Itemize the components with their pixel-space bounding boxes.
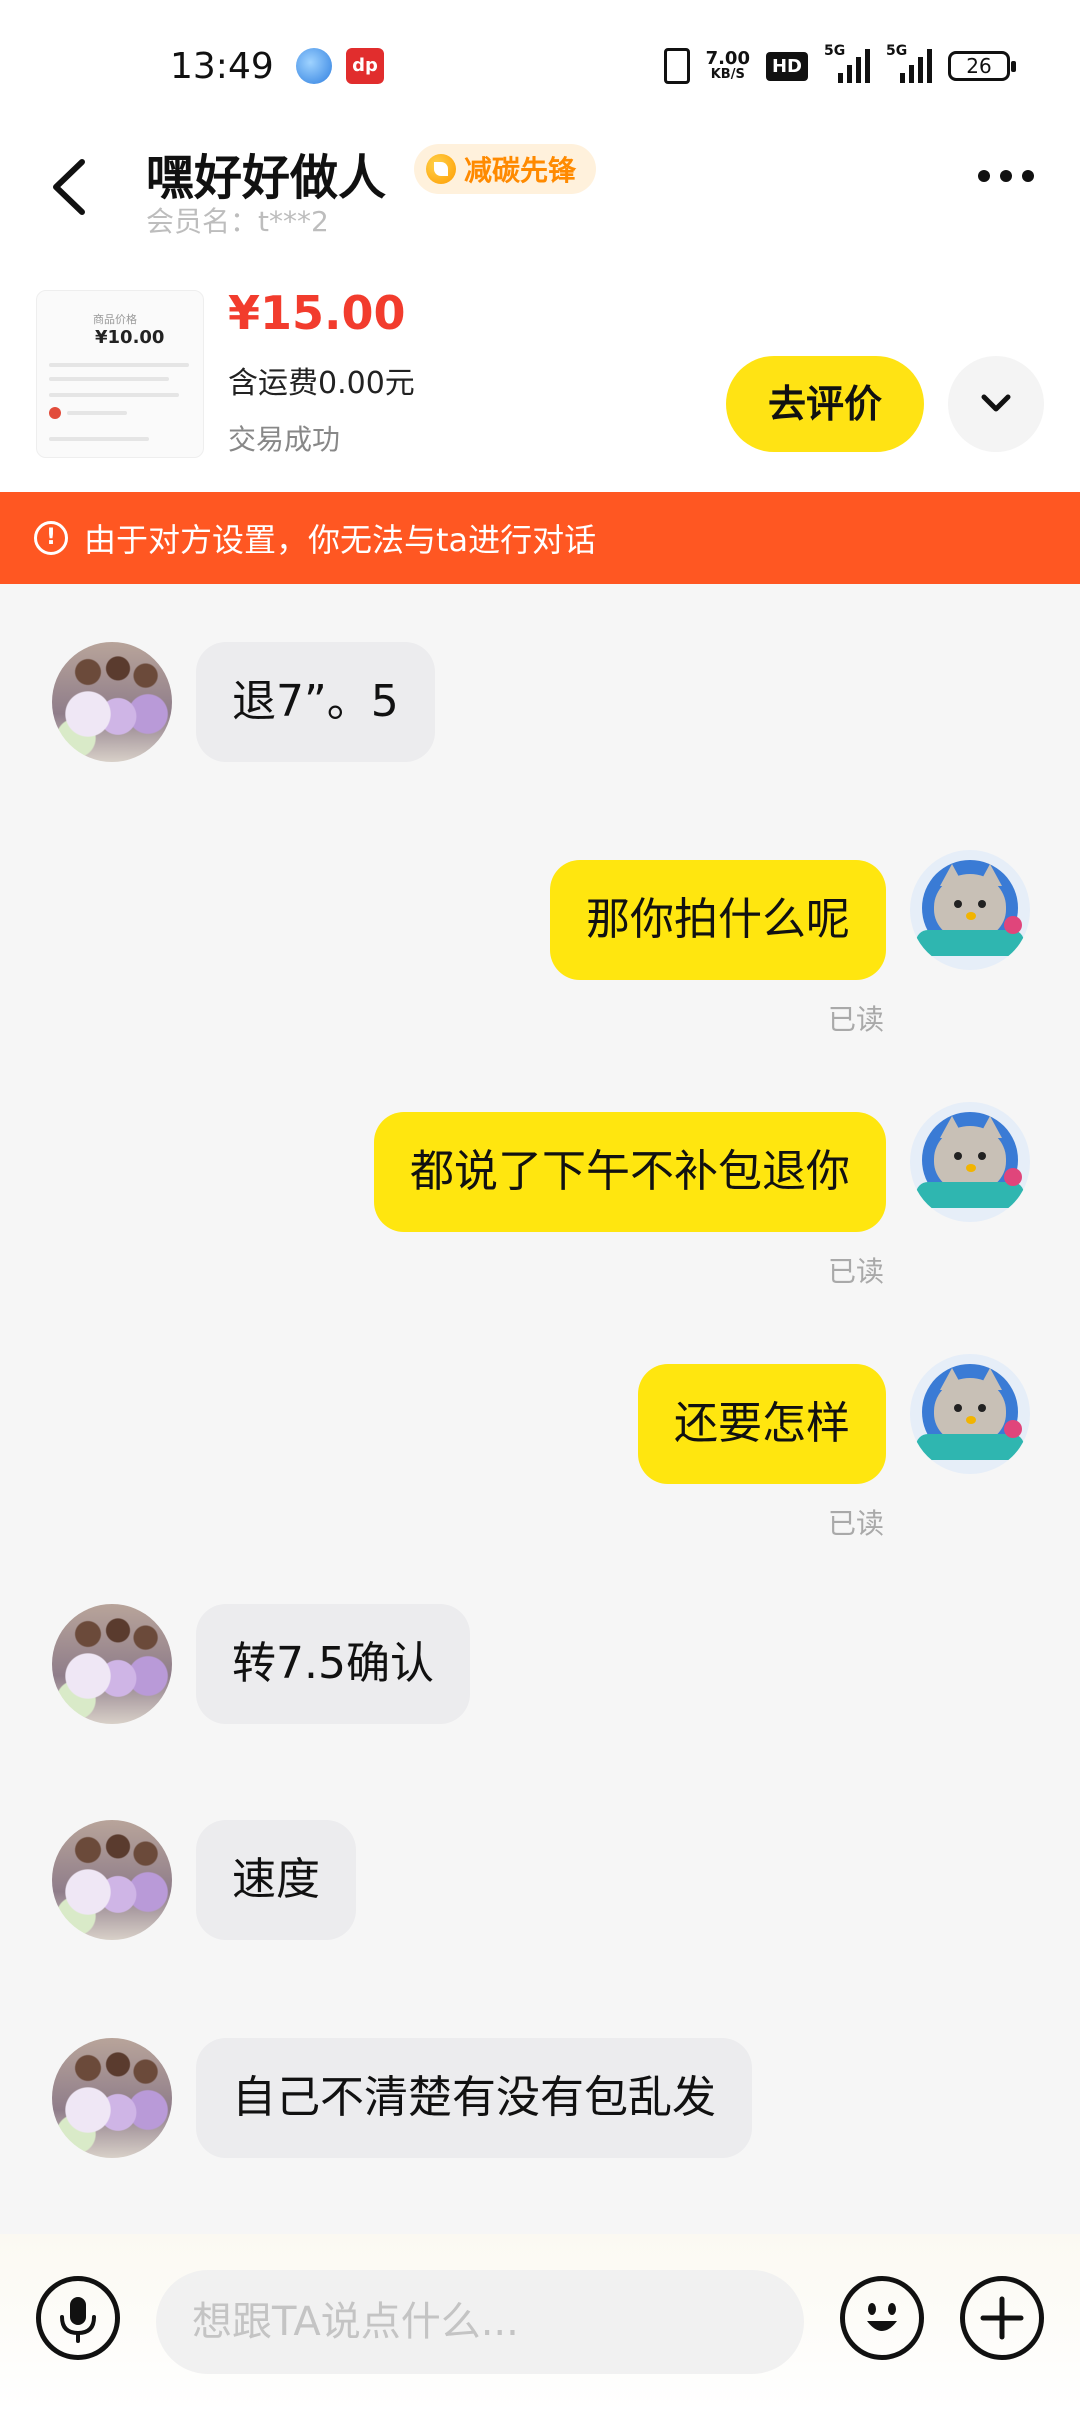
my-avatar[interactable] bbox=[910, 1102, 1030, 1222]
battery-icon: 26 bbox=[948, 51, 1016, 81]
order-status: 交易成功 bbox=[228, 423, 341, 456]
message-received: 自己不清楚有没有包乱发 bbox=[0, 2038, 1080, 2158]
emoji-icon[interactable] bbox=[840, 2276, 924, 2360]
contact-avatar[interactable] bbox=[52, 1604, 172, 1724]
hd-icon: HD bbox=[765, 51, 808, 81]
network-speed-value: 7.00 bbox=[705, 48, 750, 69]
order-shipping: 含运费0.00元 bbox=[228, 366, 415, 401]
message-bubble[interactable]: 那你拍什么呢 bbox=[550, 860, 886, 980]
more-dots-icon[interactable] bbox=[978, 170, 1034, 182]
message-bubble[interactable]: 自己不清楚有没有包乱发 bbox=[196, 2038, 752, 2158]
message-received: 速度 bbox=[0, 1820, 1080, 1940]
message-input[interactable] bbox=[156, 2270, 804, 2374]
order-card[interactable]: 商品价格 ¥10.00 ¥15.00 含运费0.00元 交易成功 去评价 bbox=[0, 260, 1080, 492]
vibrate-icon bbox=[663, 48, 690, 84]
message-list[interactable]: 退7”。5 那你拍什么呢 已读 都说了下午不补包退你 已读 还要怎样 已读 转7… bbox=[0, 584, 1080, 2234]
message-sent: 那你拍什么呢 已读 bbox=[0, 850, 1080, 1036]
contact-name[interactable]: 嘿好好做人 bbox=[146, 138, 386, 208]
read-status: 已读 bbox=[827, 1003, 884, 1036]
contact-avatar[interactable] bbox=[52, 642, 172, 762]
status-time: 13:49 bbox=[170, 46, 274, 87]
alert-icon: ! bbox=[34, 521, 68, 555]
plus-icon[interactable] bbox=[960, 2276, 1044, 2360]
contact-avatar[interactable] bbox=[52, 1820, 172, 1940]
message-bubble[interactable]: 速度 bbox=[196, 1820, 356, 1940]
status-indicators: 7.00 KB/S HD 5G 5G 26 bbox=[663, 43, 1016, 88]
message-received: 转7.5确认 bbox=[0, 1604, 1080, 1724]
member-name: 会员名：t***2 bbox=[146, 205, 329, 238]
app-notification-icon bbox=[296, 48, 332, 84]
chat-disabled-alert: ! 由于对方设置，你无法与ta进行对话 bbox=[0, 492, 1080, 584]
signal-label-2: 5G bbox=[886, 43, 908, 59]
input-bar bbox=[0, 2234, 1080, 2412]
carbon-badge-label: 减碳先锋 bbox=[464, 154, 577, 187]
chat-header: 嘿好好做人 减碳先锋 会员名：t***2 bbox=[0, 130, 1080, 260]
contact-avatar[interactable] bbox=[52, 2038, 172, 2158]
chevron-down-icon[interactable] bbox=[948, 356, 1044, 452]
order-thumbnail[interactable]: 商品价格 ¥10.00 bbox=[36, 290, 204, 458]
thumb-price: ¥10.00 bbox=[95, 327, 165, 348]
message-bubble[interactable]: 退7”。5 bbox=[196, 642, 435, 762]
back-arrow-icon[interactable] bbox=[42, 152, 102, 222]
carbon-badge[interactable]: 减碳先锋 bbox=[414, 144, 597, 194]
read-status: 已读 bbox=[827, 1255, 884, 1288]
signal-icon: 5G bbox=[824, 43, 870, 83]
message-received: 退7”。5 bbox=[0, 642, 1080, 762]
read-status: 已读 bbox=[827, 1507, 884, 1540]
my-avatar[interactable] bbox=[910, 850, 1030, 970]
message-sent: 还要怎样 已读 bbox=[0, 1354, 1080, 1540]
order-price: ¥15.00 bbox=[228, 286, 406, 340]
network-speed: 7.00 KB/S bbox=[706, 50, 750, 82]
thumb-title: 商品价格 bbox=[93, 313, 137, 326]
message-sent: 都说了下午不补包退你 已读 bbox=[0, 1102, 1080, 1288]
app-notification-icon-2: dp bbox=[346, 48, 384, 84]
review-button[interactable]: 去评价 bbox=[726, 356, 924, 452]
signal-icon-2: 5G bbox=[886, 43, 932, 83]
my-avatar[interactable] bbox=[910, 1354, 1030, 1474]
network-speed-unit: KB/S bbox=[710, 67, 745, 82]
message-bubble[interactable]: 还要怎样 bbox=[638, 1364, 886, 1484]
message-bubble[interactable]: 都说了下午不补包退你 bbox=[374, 1112, 886, 1232]
status-bar: 13:49 dp 7.00 KB/S HD 5G 5G 26 bbox=[0, 0, 1080, 130]
microphone-icon[interactable] bbox=[36, 2276, 120, 2360]
message-bubble[interactable]: 转7.5确认 bbox=[196, 1604, 470, 1724]
alert-text: 由于对方设置，你无法与ta进行对话 bbox=[84, 521, 597, 559]
signal-label: 5G bbox=[824, 43, 846, 59]
leaf-icon bbox=[426, 154, 456, 184]
